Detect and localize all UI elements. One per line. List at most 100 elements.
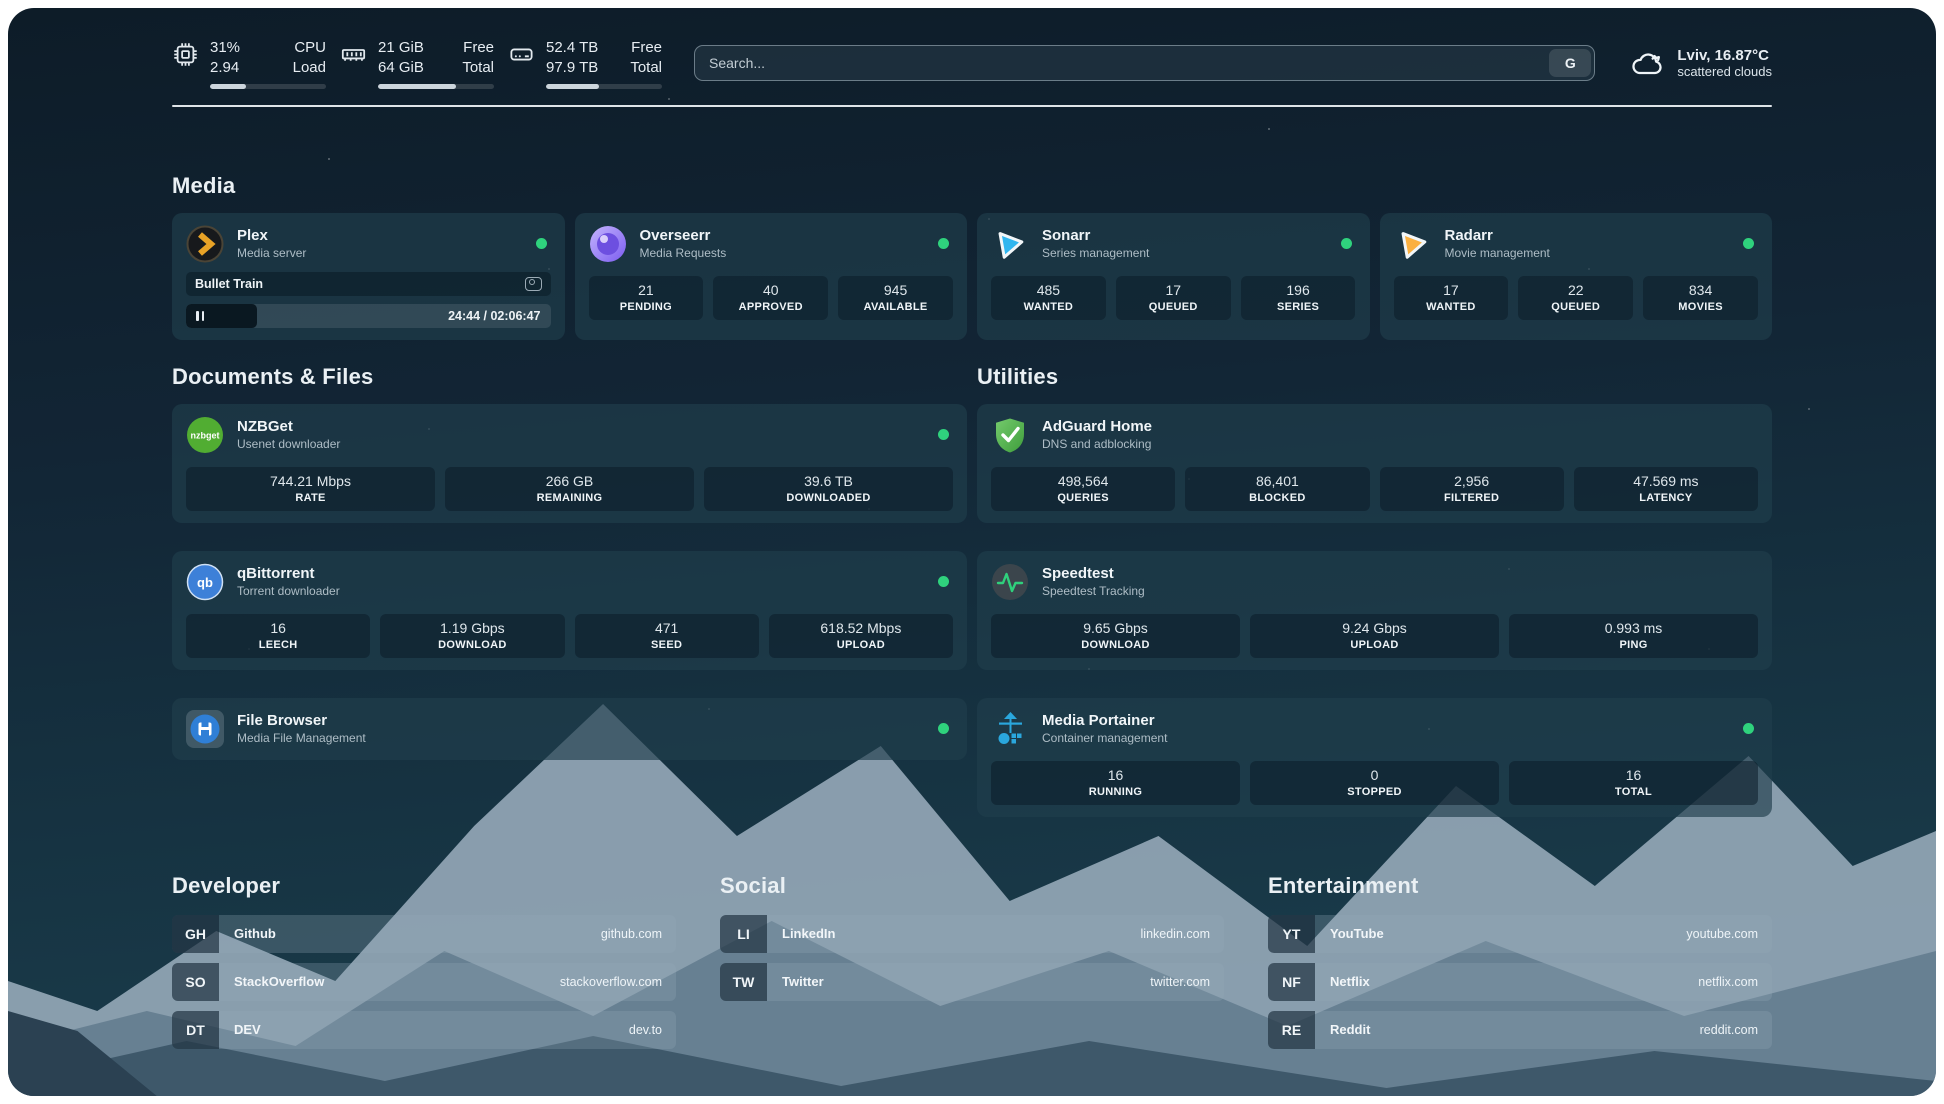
stat-value: 945 (842, 282, 949, 298)
cpu-progress-bar (210, 84, 326, 89)
cpu-load-value: 2.94 (210, 58, 268, 78)
stat-downloaded: 39.6 TB DOWNLOADED (704, 467, 953, 511)
stat-value: 618.52 Mbps (773, 620, 949, 636)
filebrowser-icon (186, 710, 224, 748)
media-card-grid: Plex Media server Bullet Train 24:44 / 0… (172, 213, 1772, 340)
stat-value: 9.65 Gbps (995, 620, 1236, 636)
status-online-dot (1743, 238, 1754, 249)
stat-download: 9.65 Gbps DOWNLOAD (991, 614, 1240, 658)
utilities-column: Utilities AdGuard Home (977, 364, 1772, 817)
speedtest-card[interactable]: Speedtest Speedtest Tracking 9.65 Gbps D… (977, 551, 1772, 670)
stat-queued: 17 QUEUED (1116, 276, 1231, 320)
stat-value: 0 (1254, 767, 1495, 783)
cpu-load-label: Load (286, 58, 326, 78)
pause-icon[interactable] (196, 311, 204, 321)
entertainment-column: Entertainment YT YouTube youtube.com NF … (1268, 873, 1772, 1059)
sonarr-card[interactable]: Sonarr Series management 485 WANTED 17 Q… (977, 213, 1370, 340)
bookmark-url: github.com (601, 927, 676, 941)
bookmark-abbr: SO (172, 963, 219, 1001)
stat-value: 16 (995, 767, 1236, 783)
memory-free-value: 21 GiB (378, 38, 436, 58)
stat-total: 16 TOTAL (1509, 761, 1758, 805)
cpu-label: CPU (286, 38, 326, 58)
search-input[interactable] (695, 46, 1549, 80)
stat-rate: 744.21 Mbps RATE (186, 467, 435, 511)
playback-time: 24:44 / 02:06:47 (448, 309, 550, 323)
svg-text:nzbget: nzbget (191, 430, 220, 440)
stat-value: 17 (1398, 282, 1505, 298)
adguard-card[interactable]: AdGuard Home DNS and adblocking 498,564 … (977, 404, 1772, 523)
weather-location-temp: Lviv, 16.87°C (1677, 47, 1772, 64)
weather-widget[interactable]: Lviv, 16.87°C scattered clouds (1629, 47, 1772, 79)
stat-value: 21 (593, 282, 700, 298)
section-title-entertainment: Entertainment (1268, 873, 1772, 899)
bookmark-reddit[interactable]: RE Reddit reddit.com (1268, 1011, 1772, 1049)
app-subtitle: Torrent downloader (237, 584, 340, 598)
bookmark-name: StackOverflow (219, 974, 324, 989)
stat-value: 39.6 TB (708, 473, 949, 489)
app-name: Overseerr (640, 227, 727, 244)
cloud-icon (1629, 48, 1665, 78)
stat-approved: 40 APPROVED (713, 276, 828, 320)
nzbget-card[interactable]: nzbget NZBGet Usenet downloader 744.21 M… (172, 404, 967, 523)
bookmark-url: youtube.com (1686, 927, 1772, 941)
bookmark-youtube[interactable]: YT YouTube youtube.com (1268, 915, 1772, 953)
section-title-documents: Documents & Files (172, 364, 967, 390)
stat-wanted: 485 WANTED (991, 276, 1106, 320)
stat-label: QUEUED (1522, 301, 1629, 313)
qbittorrent-card[interactable]: qb qBittorrent Torrent downloader 16 LEE… (172, 551, 967, 670)
stat-value: 0.993 ms (1513, 620, 1754, 636)
disk-free-value: 52.4 TB (546, 38, 604, 58)
dashboard: 31% 2.94 CPU Load (8, 8, 1936, 1096)
top-bar: 31% 2.94 CPU Load (172, 38, 1772, 89)
adguard-icon (991, 416, 1029, 454)
plex-card[interactable]: Plex Media server Bullet Train 24:44 / 0… (172, 213, 565, 340)
stat-label: RUNNING (995, 786, 1236, 798)
app-subtitle: Container management (1042, 731, 1167, 745)
portainer-card[interactable]: Media Portainer Container management 16 … (977, 698, 1772, 817)
stat-label: AVAILABLE (842, 301, 949, 313)
now-playing-title: Bullet Train (195, 277, 263, 291)
app-subtitle: Speedtest Tracking (1042, 584, 1145, 598)
bookmark-abbr: LI (720, 915, 767, 953)
qbittorrent-icon: qb (186, 563, 224, 601)
stat-label: REMAINING (449, 492, 690, 504)
disk-total-label: Total (622, 58, 662, 78)
bookmark-url: twitter.com (1150, 975, 1224, 989)
bookmark-twitter[interactable]: TW Twitter twitter.com (720, 963, 1224, 1001)
disk-icon (508, 38, 535, 68)
bookmark-abbr: NF (1268, 963, 1315, 1001)
bookmark-netflix[interactable]: NF Netflix netflix.com (1268, 963, 1772, 1001)
bookmark-name: Github (219, 926, 276, 941)
stat-filtered: 2,956 FILTERED (1380, 467, 1564, 511)
nzbget-icon: nzbget (186, 416, 224, 454)
filebrowser-card[interactable]: File Browser Media File Management (172, 698, 967, 760)
app-subtitle: Usenet downloader (237, 437, 340, 451)
bookmark-linkedin[interactable]: LI LinkedIn linkedin.com (720, 915, 1224, 953)
now-playing-row: Bullet Train (186, 272, 551, 296)
stat-blocked: 86,401 BLOCKED (1185, 467, 1369, 511)
overseerr-card[interactable]: Overseerr Media Requests 21 PENDING 40 A… (575, 213, 968, 340)
stat-label: MOVIES (1647, 301, 1754, 313)
developer-column: Developer GH Github github.com SO StackO… (172, 873, 676, 1059)
app-name: File Browser (237, 712, 366, 729)
bookmark-stackoverflow[interactable]: SO StackOverflow stackoverflow.com (172, 963, 676, 1001)
app-name: Plex (237, 227, 306, 244)
bookmark-github[interactable]: GH Github github.com (172, 915, 676, 953)
status-online-dot (1743, 723, 1754, 734)
sonarr-icon (991, 225, 1029, 263)
disk-total-value: 97.9 TB (546, 58, 604, 78)
stat-download: 1.19 Gbps DOWNLOAD (380, 614, 564, 658)
media-type-icon (525, 277, 542, 291)
memory-stat: 21 GiB 64 GiB Free Total (340, 38, 494, 89)
stat-label: BLOCKED (1189, 492, 1365, 504)
bookmark-dev[interactable]: DT DEV dev.to (172, 1011, 676, 1049)
app-subtitle: Media server (237, 246, 306, 260)
bookmark-name: Netflix (1315, 974, 1370, 989)
radarr-card[interactable]: Radarr Movie management 17 WANTED 22 QUE… (1380, 213, 1773, 340)
bookmark-abbr: GH (172, 915, 219, 953)
section-title-developer: Developer (172, 873, 676, 899)
stat-value: 40 (717, 282, 824, 298)
search-engine-button[interactable]: G (1549, 49, 1591, 77)
bookmark-abbr: DT (172, 1011, 219, 1049)
